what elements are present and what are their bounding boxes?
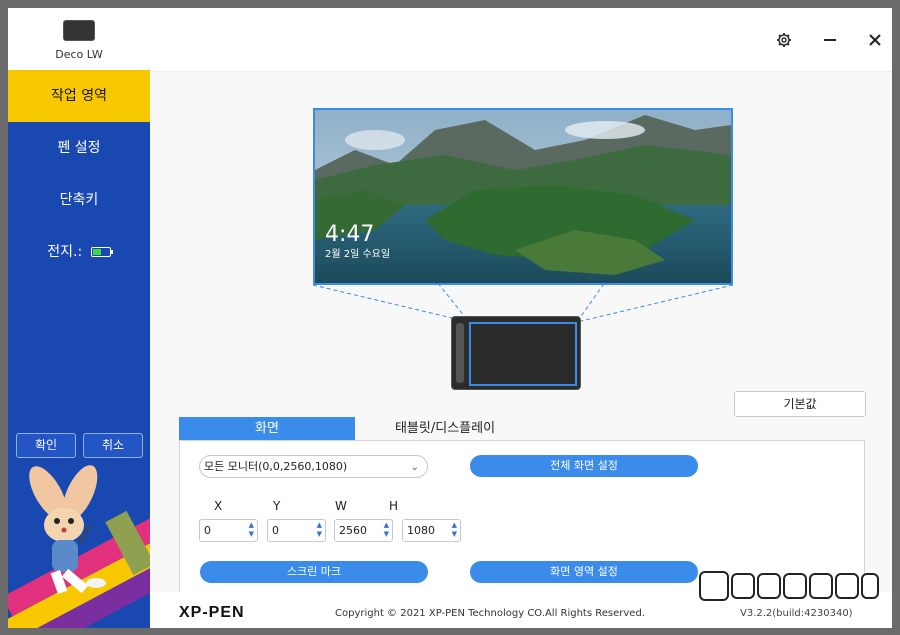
screen-mark-button[interactable]: 스크린 마크 <box>200 561 428 583</box>
app-window: Deco LW 작업 영역 펜 설정 단축키 전지.: 확인 취소 4:47 2… <box>8 8 892 628</box>
confirm-button[interactable]: 확인 <box>16 433 76 458</box>
xp-pen-logo: XP-PEN <box>179 604 245 621</box>
gear-icon[interactable] <box>774 30 794 50</box>
tablet-active-area[interactable] <box>469 322 577 386</box>
screen-area-settings-button[interactable]: 화면 영역 설정 <box>470 561 698 583</box>
x-label: X <box>214 499 223 513</box>
sidebar-item-label: 작업 영역 <box>51 88 107 104</box>
sidebar-item-work-area[interactable]: 작업 영역 <box>8 70 150 122</box>
lock-screen-time: 4:47 <box>325 222 375 247</box>
chevron-down-icon: ⌄ <box>410 462 419 473</box>
spin-arrows-icon[interactable]: ▲ ▼ <box>317 521 322 539</box>
y-value: 0 <box>272 524 279 537</box>
spin-arrows-icon[interactable]: ▲ ▼ <box>384 521 389 539</box>
device-card[interactable]: Deco LW <box>8 8 150 70</box>
spin-arrows-icon[interactable]: ▲ ▼ <box>249 521 254 539</box>
y-label: Y <box>273 499 281 513</box>
tab-screen[interactable]: 화면 <box>179 417 355 440</box>
monitor-select-value: 모든 모니터(0,0,2560,1080) <box>204 460 348 473</box>
sidebar-item-label: 단축키 <box>59 192 99 208</box>
spin-arrows-icon[interactable]: ▲ ▼ <box>452 521 457 539</box>
h-input[interactable]: 1080 ▲ ▼ <box>402 519 461 542</box>
close-icon[interactable] <box>865 30 885 50</box>
w-label: W <box>335 499 347 513</box>
mascot-illustration <box>8 465 150 628</box>
monitor-select[interactable]: 모든 모니터(0,0,2560,1080) ⌄ <box>199 455 428 478</box>
minimize-icon[interactable] <box>820 30 840 50</box>
sidebar-item-battery: 전지.: <box>8 226 150 278</box>
watermark-logo <box>699 571 879 601</box>
sidebar: Deco LW 작업 영역 펜 설정 단축키 전지.: 확인 취소 <box>8 8 150 628</box>
w-input[interactable]: 2560 ▲ ▼ <box>334 519 393 542</box>
lock-screen-date: 2월 2일 수요일 <box>325 249 391 260</box>
x-value: 0 <box>204 524 211 537</box>
h-value: 1080 <box>407 524 435 537</box>
sidebar-item-label: 전지.: <box>47 244 83 260</box>
tablet-preview <box>451 316 581 390</box>
fullscreen-settings-button[interactable]: 전체 화면 설정 <box>470 455 698 477</box>
sidebar-item-shortcuts[interactable]: 단축키 <box>8 174 150 226</box>
cancel-button[interactable]: 취소 <box>83 433 143 458</box>
screen-preview: 4:47 2월 2일 수요일 <box>313 108 733 285</box>
x-input[interactable]: 0 ▲ ▼ <box>199 519 258 542</box>
sidebar-item-pen-settings[interactable]: 펜 설정 <box>8 122 150 174</box>
tab-tablet-display[interactable]: 태블릿/디스플레이 <box>355 417 535 440</box>
sidebar-item-label: 펜 설정 <box>57 140 101 156</box>
work-area-panel: 4:47 2월 2일 수요일 기본값 화면 태블릿/디스플레이 모든 모니터(0… <box>150 72 892 628</box>
w-value: 2560 <box>339 524 367 537</box>
tablet-express-keys <box>456 323 464 383</box>
h-label: H <box>389 499 399 513</box>
battery-icon <box>90 247 113 257</box>
tablet-thumbnail-icon <box>63 20 95 41</box>
y-input[interactable]: 0 ▲ ▼ <box>267 519 326 542</box>
title-bar <box>150 8 892 72</box>
device-name: Deco LW <box>55 48 103 61</box>
default-button[interactable]: 기본값 <box>734 391 866 417</box>
copyright-text: Copyright © 2021 XP-PEN Technology CO.Al… <box>335 608 645 619</box>
